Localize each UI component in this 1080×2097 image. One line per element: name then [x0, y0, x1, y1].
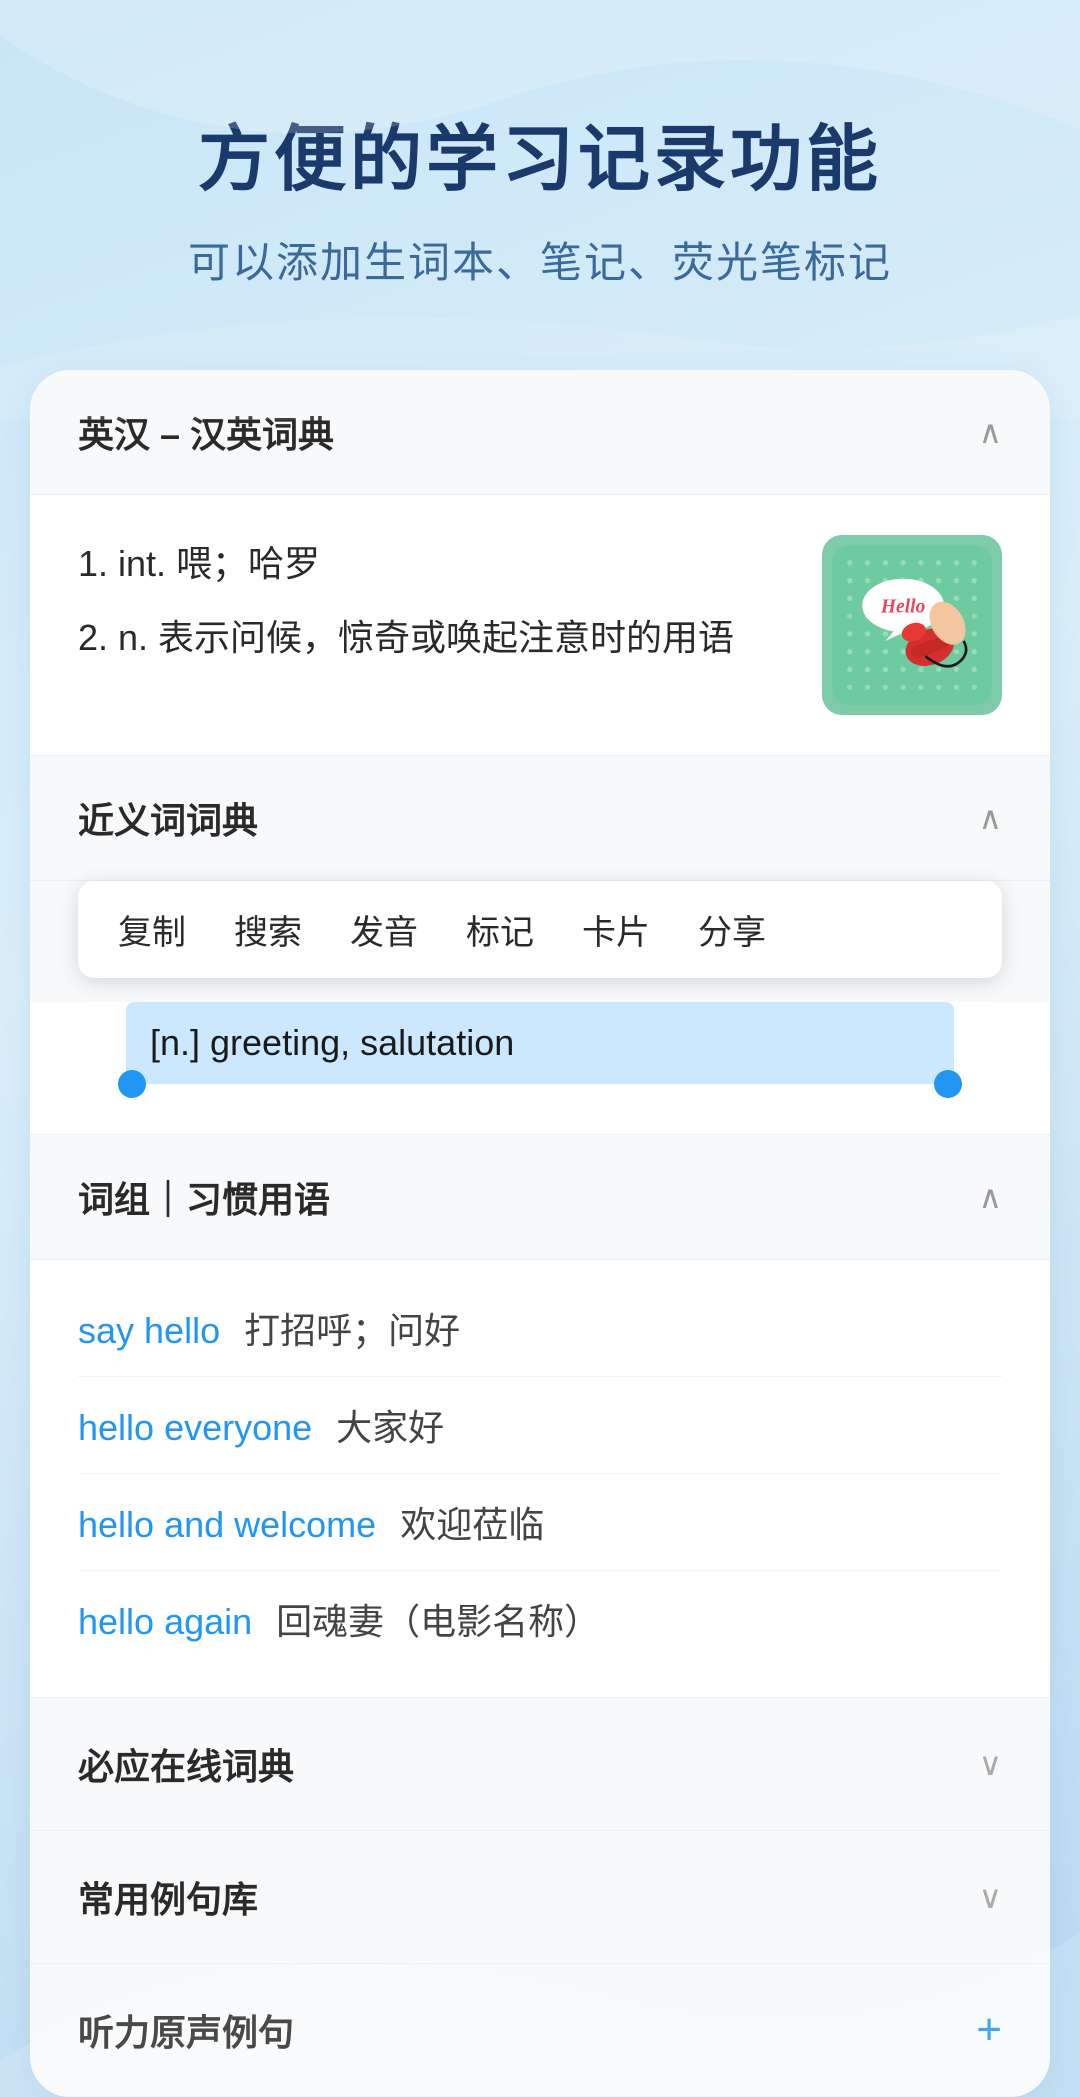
phrase-zh-0: 打招呼；问好 [244, 1302, 460, 1354]
context-menu-pronounce[interactable]: 发音 [350, 905, 418, 954]
definition-line-2: 2. n. 表示问候，惊奇或唤起注意时的用语 [78, 609, 792, 667]
chevron-down-icon-0: ∨ [979, 1745, 1002, 1783]
bottom-section-title-0: 必应在线词典 [78, 1738, 294, 1790]
context-menu-mark[interactable]: 标记 [466, 905, 534, 954]
phrase-en-2: hello and welcome [78, 1504, 376, 1546]
phrase-item-2[interactable]: hello and welcome 欢迎莅临 [78, 1474, 1002, 1571]
svg-text:Hello: Hello [880, 597, 926, 618]
chevron-down-icon-1: ∨ [979, 1878, 1002, 1916]
context-menu-share[interactable]: 分享 [698, 905, 766, 954]
phrase-zh-1: 大家好 [336, 1399, 444, 1451]
page-title: 方便的学习记录功能 [60, 100, 1020, 205]
bottom-section-title-2: 听力原声例句 [78, 2004, 294, 2056]
plus-icon[interactable]: + [976, 2005, 1002, 2055]
phrases-section: 词组｜习惯用语 ∧ say hello 打招呼；问好 hello everyon… [30, 1134, 1050, 1697]
synonyms-chevron-icon: ∧ [979, 799, 1002, 837]
context-menu-copy[interactable]: 复制 [118, 905, 186, 954]
phrase-list: say hello 打招呼；问好 hello everyone 大家好 hell… [30, 1260, 1050, 1697]
synonyms-section-title: 近义词词典 [78, 792, 258, 844]
phrase-item-3[interactable]: hello again 回魂妻（电影名称） [78, 1571, 1002, 1667]
context-menu-card[interactable]: 卡片 [582, 905, 650, 954]
page-subtitle: 可以添加生词本、笔记、荧光笔标记 [60, 229, 1020, 290]
bottom-section-title-1: 常用例句库 [78, 1871, 258, 1923]
bottom-sections: 必应在线词典 ∨ 常用例句库 ∨ 听力原声例句 + [30, 1697, 1050, 2097]
phrase-item-1[interactable]: hello everyone 大家好 [78, 1377, 1002, 1474]
dict-section-header[interactable]: 英汉 – 汉英词典 ∧ [30, 370, 1050, 495]
selected-text: [n.] greeting, salutation [126, 1002, 954, 1084]
definition-line-1: 1. int. 喂；哈罗 [78, 535, 792, 593]
phrases-section-title: 词组｜习惯用语 [78, 1171, 330, 1223]
main-card: 英汉 – 汉英词典 ∧ 1. int. 喂；哈罗 2. n. 表示问候，惊奇或唤… [30, 370, 1050, 2097]
phrase-zh-2: 欢迎莅临 [400, 1496, 544, 1548]
synonyms-section: 近义词词典 ∧ 复制 搜索 发音 标记 卡片 分享 [n.] greeting,… [30, 756, 1050, 1134]
phrase-zh-3: 回魂妻（电影名称） [276, 1593, 600, 1645]
hello-image: Hello [822, 535, 1002, 715]
selection-handle-right [934, 1070, 962, 1098]
header-section: 方便的学习记录功能 可以添加生词本、笔记、荧光笔标记 [0, 0, 1080, 350]
phrase-en-0: say hello [78, 1310, 220, 1352]
phrase-en-3: hello again [78, 1601, 252, 1643]
dict-chevron-icon: ∧ [979, 413, 1002, 451]
dict-section-title: 英汉 – 汉英词典 [78, 406, 334, 458]
phrase-item-0[interactable]: say hello 打招呼；问好 [78, 1280, 1002, 1377]
definition-text: 1. int. 喂；哈罗 2. n. 表示问候，惊奇或唤起注意时的用语 [78, 535, 792, 682]
synonyms-section-header[interactable]: 近义词词典 ∧ [30, 756, 1050, 881]
bottom-section-0[interactable]: 必应在线词典 ∨ [30, 1698, 1050, 1831]
phrases-chevron-icon: ∧ [979, 1178, 1002, 1216]
bottom-section-1[interactable]: 常用例句库 ∨ [30, 1831, 1050, 1964]
bottom-section-2[interactable]: 听力原声例句 + [30, 1964, 1050, 2097]
context-menu-search[interactable]: 搜索 [234, 905, 302, 954]
phrase-en-1: hello everyone [78, 1407, 312, 1449]
context-menu: 复制 搜索 发音 标记 卡片 分享 [78, 881, 1002, 978]
phrases-section-header[interactable]: 词组｜习惯用语 ∧ [30, 1135, 1050, 1260]
definition-card: 1. int. 喂；哈罗 2. n. 表示问候，惊奇或唤起注意时的用语 [30, 495, 1050, 756]
selection-handle-left [118, 1070, 146, 1098]
